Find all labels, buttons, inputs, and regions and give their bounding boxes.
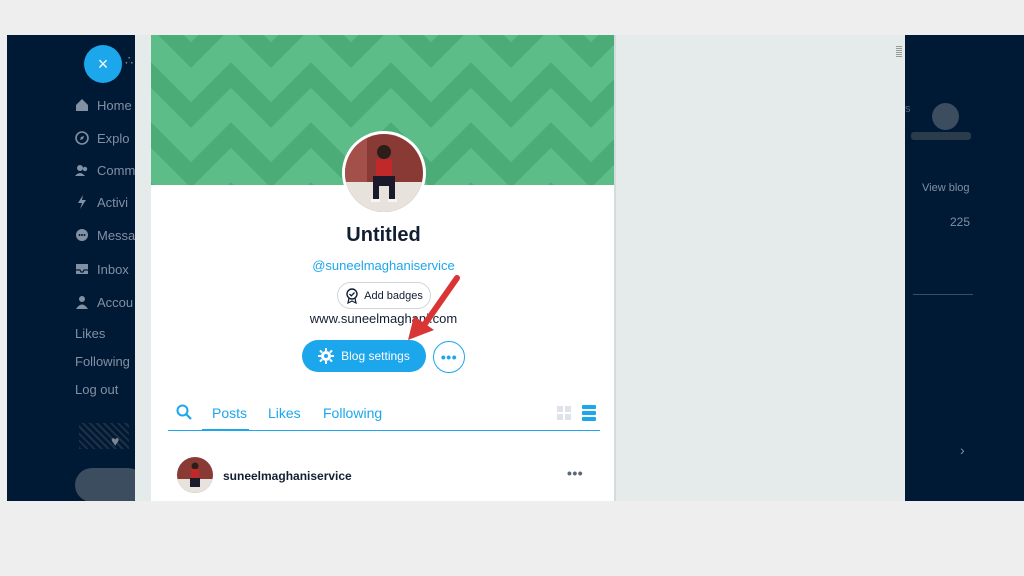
blog-title: Untitled [346,224,421,246]
post-header: suneelmaghaniservice ••• [177,457,587,493]
home-icon [76,99,88,111]
sidebar-item-messages[interactable]: Messa [75,225,135,245]
add-badges-label: Add badges [364,289,423,302]
sidebar-item-activity[interactable]: Activi [75,192,128,212]
right-panel: s View blog 225 › [905,35,1024,501]
community-icon [75,165,88,176]
view-blog-link[interactable]: View blog [922,182,970,194]
blurred-name [911,132,971,140]
sidebar-item-account[interactable]: Accou [75,292,133,312]
close-button[interactable]: × [84,45,122,83]
sidebar-item-explore[interactable]: Explo [75,128,130,148]
post-author-name[interactable]: suneelmaghaniservice [223,469,352,483]
avatar [932,103,959,130]
search-icon[interactable] [176,404,192,420]
sidebar-item-label: Activi [97,194,129,210]
sidebar-item-label: Messa [97,227,136,243]
sidebar-item-home[interactable]: Home [75,95,132,115]
logo-fragment: ∴ [125,53,134,68]
post-author-avatar[interactable] [177,457,213,493]
sidebar-item-communities[interactable]: Comm [75,160,135,180]
profile-avatar[interactable] [342,131,426,215]
sidebar-item-label: Inbox [97,261,129,277]
list-view-icon[interactable] [582,405,596,421]
post-count: 225 [950,215,971,229]
divider [913,294,973,295]
blog-tabs: Posts Likes Following [168,400,600,431]
dim-text-fragment: s [905,103,911,115]
tab-following[interactable]: Following [323,405,382,421]
blog-handle-link[interactable]: @suneelmaghaniservice [151,258,616,273]
more-options-button[interactable]: ••• [433,341,465,373]
scrollbar-grip[interactable] [896,45,905,75]
gear-icon [318,348,335,364]
profile-photo [345,134,423,212]
chat-icon [76,229,88,241]
sidebar-link-following[interactable]: Following [75,354,130,369]
blog-website[interactable]: www.suneelmaghani.com [151,311,616,326]
post-more-button[interactable]: ••• [567,465,583,481]
lightning-icon [78,195,86,209]
sidebar-item-label: Comm [97,162,136,178]
blog-settings-button[interactable]: Blog settings [302,340,426,372]
scrollbar-track[interactable] [614,35,616,501]
sidebar-item-label: Accou [97,294,134,310]
grid-view-icon[interactable] [557,406,571,420]
tab-posts[interactable]: Posts [201,405,250,431]
sidebar-item-label: Explo [97,130,130,146]
left-sidebar: × ∴ Home Explo Comm Activi Messa Inbox A… [7,35,145,501]
screen: × ∴ Home Explo Comm Activi Messa Inbox A… [0,0,1024,576]
user-icon [76,296,88,309]
badge-icon [346,287,358,304]
blog-settings-label: Blog settings [341,349,410,363]
sidebar-item-inbox[interactable]: Inbox [75,259,129,279]
tab-likes[interactable]: Likes [268,405,301,421]
add-badges-button[interactable]: Add badges [337,282,431,309]
blurred-content [79,423,129,449]
compass-icon [75,131,89,145]
blog-profile-modal: Untitled @suneelmaghaniservice Add badge… [151,35,616,501]
avatar [177,457,213,493]
chevron-right-icon[interactable]: › [960,442,965,458]
sidebar-link-logout[interactable]: Log out [75,382,118,397]
heart-icon: ♥ [111,433,120,449]
inbox-icon [76,264,88,274]
sidebar-link-likes[interactable]: Likes [75,326,105,341]
sidebar-item-label: Home [97,97,132,113]
